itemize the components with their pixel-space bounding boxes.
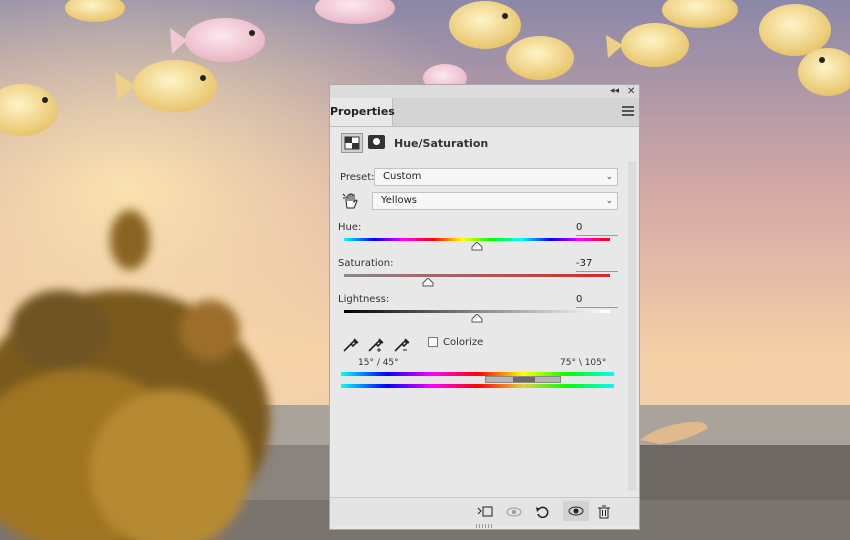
scrollbar[interactable] — [628, 161, 636, 491]
layer-mask-icon[interactable] — [368, 135, 385, 149]
resize-grip[interactable] — [476, 524, 494, 528]
color-range-center[interactable] — [513, 377, 535, 382]
chevron-down-icon: ⌄ — [605, 172, 613, 182]
clip-to-layer-icon[interactable] — [476, 504, 494, 520]
trash-icon[interactable] — [595, 504, 613, 520]
saturation-slider-thumb[interactable] — [422, 278, 434, 287]
channel-value: Yellows — [381, 195, 417, 206]
source-color-bar — [341, 372, 614, 376]
adjustment-layer-icon[interactable] — [341, 133, 363, 153]
colorize-label: Colorize — [443, 337, 484, 348]
result-color-bar — [341, 384, 614, 388]
preset-value: Custom — [383, 171, 422, 182]
targeted-adjustment-hand-icon[interactable] — [342, 192, 360, 210]
eyedropper-subtract-icon[interactable] — [393, 335, 411, 353]
panel-titlebar[interactable]: ◂◂ ✕ — [330, 85, 639, 98]
preset-label: Preset: — [340, 172, 375, 183]
hue-value-field[interactable]: 0 — [576, 221, 618, 236]
saturation-slider-track[interactable] — [344, 274, 610, 277]
hamburger-menu-icon[interactable] — [622, 106, 634, 116]
hue-label: Hue: — [338, 222, 362, 233]
color-range-slider[interactable] — [485, 376, 561, 383]
visibility-eye-icon[interactable] — [563, 501, 589, 521]
bottom-toolbar — [330, 497, 639, 526]
colorize-checkbox[interactable] — [428, 337, 438, 347]
tab-bar: Properties — [330, 98, 639, 127]
eyedropper-add-icon[interactable] — [367, 335, 385, 353]
lightness-slider-thumb[interactable] — [471, 314, 483, 323]
adjustment-title: Hue/Saturation — [394, 137, 489, 150]
preset-dropdown[interactable]: Custom ⌄ — [374, 168, 618, 186]
reset-icon[interactable] — [534, 504, 552, 520]
range-left-readout: 15° / 45° — [358, 358, 399, 368]
channel-dropdown[interactable]: Yellows ⌄ — [372, 192, 618, 210]
tab-properties[interactable]: Properties — [330, 98, 395, 126]
range-right-readout: 75° \ 105° — [560, 358, 607, 368]
lightness-label: Lightness: — [338, 294, 390, 305]
properties-panel: ◂◂ ✕ Properties Hue/Saturation Preset: C… — [329, 84, 640, 530]
eyedropper-icon[interactable] — [342, 335, 360, 353]
hue-slider-thumb[interactable] — [471, 242, 483, 251]
saturation-value-field[interactable]: -37 — [576, 257, 618, 272]
saturation-label: Saturation: — [338, 258, 394, 269]
double-chevron-left-icon[interactable]: ◂◂ — [610, 85, 619, 98]
hue-slider-track[interactable] — [344, 238, 610, 241]
chevron-down-icon: ⌄ — [605, 196, 613, 206]
lightness-value-field[interactable]: 0 — [576, 293, 618, 308]
close-icon[interactable]: ✕ — [627, 85, 635, 98]
lightness-slider-track[interactable] — [344, 310, 610, 313]
view-previous-state-icon[interactable] — [505, 504, 523, 520]
